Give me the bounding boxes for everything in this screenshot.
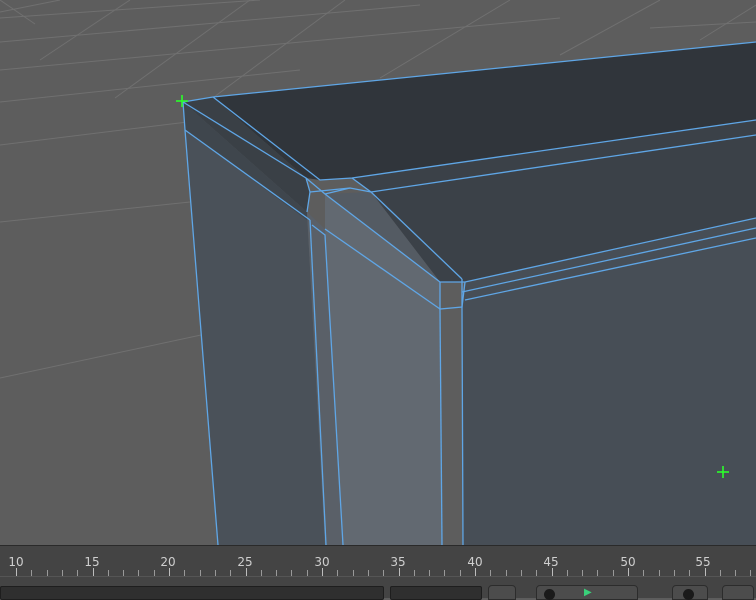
frame-label: 45 xyxy=(543,555,559,569)
ruler-tick xyxy=(475,568,476,576)
ruler-tick xyxy=(169,568,170,576)
record-button[interactable] xyxy=(488,585,516,600)
ruler-tick xyxy=(628,568,629,576)
ruler-tick xyxy=(689,570,691,576)
ruler-tick xyxy=(214,570,216,576)
ruler-tick xyxy=(673,570,675,576)
ruler-tick xyxy=(153,570,155,576)
ruler-tick xyxy=(77,570,79,576)
frame-label: 30 xyxy=(314,555,330,569)
frame-label: 35 xyxy=(390,555,406,569)
ruler-tick xyxy=(123,570,125,576)
ruler-tick xyxy=(306,570,308,576)
ruler-tick xyxy=(719,570,721,576)
ruler-tick xyxy=(612,570,614,576)
ruler-tick xyxy=(520,570,522,576)
ruler-tick xyxy=(46,570,48,576)
ruler-tick xyxy=(459,570,461,576)
frame-label: 10 xyxy=(8,555,24,569)
ruler-tick xyxy=(704,568,706,576)
ruler-tick xyxy=(413,570,415,576)
ruler-tick xyxy=(184,570,186,576)
frame-label: 50 xyxy=(620,555,636,569)
next-frame-button[interactable] xyxy=(722,585,754,600)
playback-controls: ▶ xyxy=(0,583,756,600)
ruler-tick xyxy=(658,570,660,576)
ruler-tick xyxy=(276,570,278,576)
gear-icon xyxy=(683,589,694,600)
ruler-tick xyxy=(536,570,538,576)
ruler-tick xyxy=(505,570,507,576)
ruler-tick xyxy=(31,570,33,576)
frame-label: 15 xyxy=(84,555,100,569)
ruler-tick xyxy=(199,570,201,576)
ruler-tick xyxy=(582,570,584,576)
ruler-tick xyxy=(735,570,737,576)
ruler-tick xyxy=(92,568,94,576)
range-field[interactable] xyxy=(0,586,384,600)
timeline[interactable]: 10 15 20 25 30 35 40 45 50 55 ▶ xyxy=(0,545,756,600)
ruler-tick xyxy=(16,568,17,576)
ruler-tick xyxy=(61,570,63,576)
selected-mesh[interactable] xyxy=(183,42,756,545)
record-icon xyxy=(544,589,555,600)
viewport-canvas[interactable] xyxy=(0,0,756,545)
settings-button[interactable] xyxy=(672,585,708,600)
ruler-tick xyxy=(597,570,599,576)
3d-viewport[interactable] xyxy=(0,0,756,545)
ruler-tick xyxy=(352,570,354,576)
ruler-tick xyxy=(260,570,262,576)
ruler-tick xyxy=(230,570,232,576)
ruler-tick xyxy=(398,568,400,576)
ruler-tick xyxy=(429,570,431,576)
ruler-tick xyxy=(245,568,247,576)
ruler-tick xyxy=(337,570,339,576)
ruler-baseline xyxy=(0,576,756,577)
ruler-tick xyxy=(322,568,323,576)
frame-label: 55 xyxy=(695,555,711,569)
ruler-tick xyxy=(367,570,369,576)
ruler-tick xyxy=(566,570,568,576)
ruler-tick xyxy=(107,570,109,576)
ruler-tick xyxy=(291,570,293,576)
ruler-tick xyxy=(643,570,645,576)
ruler-tick xyxy=(138,570,140,576)
ruler-tick xyxy=(383,570,385,576)
frame-label: 20 xyxy=(160,555,176,569)
ruler-tick xyxy=(444,570,446,576)
ruler-tick xyxy=(750,570,752,576)
frame-label: 25 xyxy=(237,555,253,569)
ruler-tick xyxy=(490,570,492,576)
ruler-tick xyxy=(551,568,553,576)
step-field[interactable] xyxy=(390,586,482,600)
prev-frame-button[interactable]: ▶ xyxy=(536,585,638,600)
frame-label: 40 xyxy=(467,555,483,569)
